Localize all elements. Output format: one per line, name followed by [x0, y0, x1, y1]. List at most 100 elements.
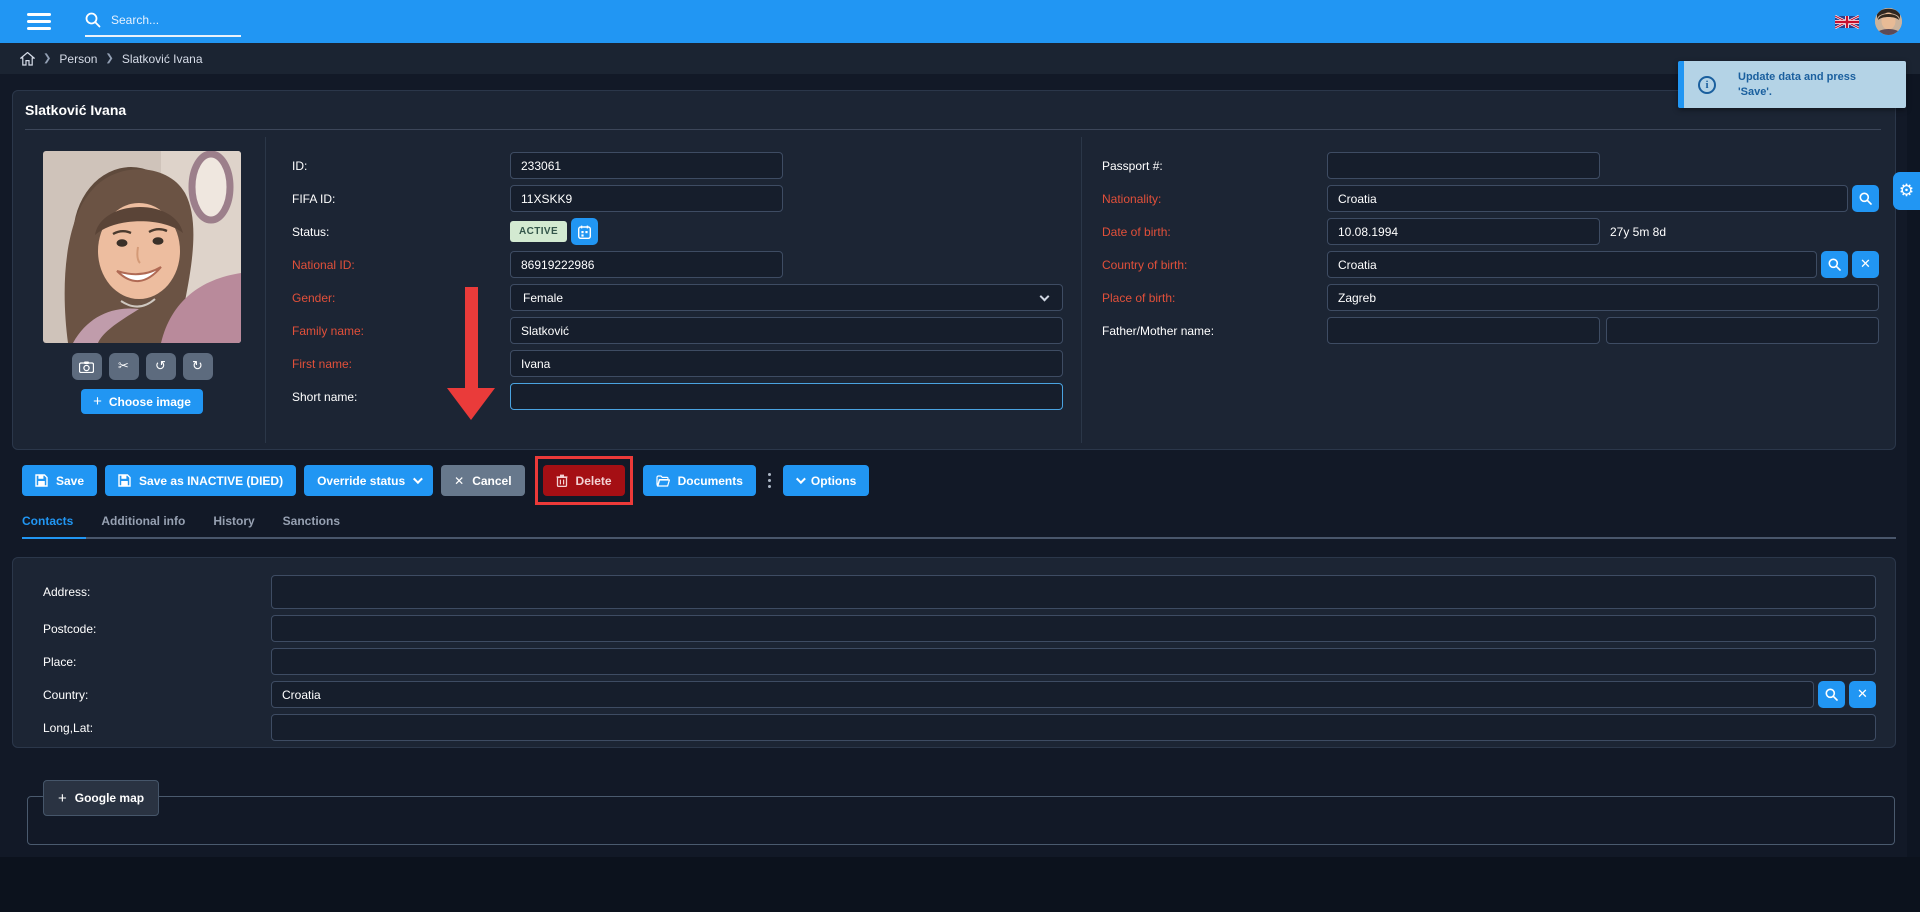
passport-label: Passport #: [1102, 159, 1327, 173]
chevron-down-icon [413, 474, 423, 484]
uk-flag-icon[interactable] [1835, 14, 1859, 30]
chevron-down-icon [796, 474, 806, 484]
country-of-birth-input[interactable] [1327, 251, 1817, 278]
tab-additional-info[interactable]: Additional info [101, 514, 185, 537]
trash-icon [556, 474, 568, 487]
search-icon [85, 12, 101, 28]
id-input[interactable] [510, 152, 783, 179]
save-button[interactable]: Save [22, 465, 97, 496]
country-of-birth-clear-button[interactable]: ✕ [1852, 251, 1879, 278]
delete-button[interactable]: Delete [543, 465, 625, 496]
country-clear-button[interactable]: ✕ [1849, 681, 1876, 708]
country-of-birth-label: Country of birth: [1102, 258, 1327, 272]
google-map-button[interactable]: + Google map [43, 780, 159, 816]
settings-gear-button[interactable]: ⚙ [1893, 172, 1920, 210]
first-name-input[interactable] [510, 350, 1063, 377]
cancel-button[interactable]: ✕ Cancel [441, 465, 524, 496]
postcode-label: Postcode: [43, 622, 271, 636]
national-id-input[interactable] [510, 251, 783, 278]
place-of-birth-input[interactable] [1327, 284, 1879, 311]
age-text: 27y 5m 8d [1610, 225, 1666, 239]
breadcrumb-current: Slatković Ivana [122, 52, 203, 66]
person-form-right: Passport #: Nationality: Date of birth: … [1082, 137, 1895, 443]
country-search-button[interactable] [1818, 681, 1845, 708]
nationality-input[interactable] [1327, 185, 1848, 212]
save-icon [118, 474, 131, 487]
address-input[interactable] [271, 575, 1876, 609]
choose-image-button[interactable]: + Choose image [81, 389, 203, 414]
family-name-input[interactable] [510, 317, 1063, 344]
breadcrumb: ❯ Person ❯ Slatković Ivana [0, 43, 1920, 74]
save-icon [35, 474, 48, 487]
google-map-container: + Google map [27, 796, 1895, 845]
tab-history[interactable]: History [213, 514, 254, 537]
options-button[interactable]: Options [783, 465, 869, 496]
plus-icon: + [58, 790, 67, 807]
person-detail-card: Slatković Ivana [12, 90, 1896, 450]
person-form-left: ID: FIFA ID: Status: ACTIVE National ID:… [266, 137, 1082, 443]
tab-contacts[interactable]: Contacts [22, 514, 73, 537]
national-id-label: National ID: [292, 258, 510, 272]
divider [25, 129, 1881, 130]
notification-toast: i Update data and press 'Save'. [1678, 61, 1906, 108]
father-name-input[interactable] [1327, 317, 1600, 344]
plus-icon: + [93, 393, 102, 410]
active-tab-indicator [22, 537, 86, 539]
mother-name-input[interactable] [1606, 317, 1879, 344]
save-inactive-button[interactable]: Save as INACTIVE (DIED) [105, 465, 296, 496]
gender-select[interactable]: Female [510, 284, 1063, 311]
place-of-birth-label: Place of birth: [1102, 291, 1327, 305]
fifa-id-label: FIFA ID: [292, 192, 510, 206]
toast-message: Update data and press 'Save'. [1738, 70, 1888, 99]
hamburger-menu-icon[interactable] [27, 13, 51, 30]
place-label: Place: [43, 655, 271, 669]
camera-button[interactable] [72, 353, 102, 380]
tab-sanctions[interactable]: Sanctions [283, 514, 340, 537]
info-icon: i [1698, 76, 1716, 94]
father-mother-label: Father/Mother name: [1102, 324, 1327, 338]
folder-open-icon [656, 475, 670, 487]
status-label: Status: [292, 225, 510, 239]
photo-panel: ✂ ↺ ↻ + Choose image [13, 137, 266, 443]
user-avatar[interactable] [1875, 8, 1902, 35]
detail-tabs: Contacts Additional info History Sanctio… [22, 514, 340, 537]
contacts-card: Address: Postcode: Place: Country: ✕ Lon… [12, 557, 1896, 748]
search-input[interactable] [109, 12, 229, 28]
annotation-arrow [465, 287, 478, 390]
rotate-left-button[interactable]: ↺ [146, 353, 176, 380]
action-bar: Save Save as INACTIVE (DIED) Override st… [22, 465, 869, 496]
delete-highlight-box: Delete [535, 456, 633, 505]
country-input[interactable] [271, 681, 1814, 708]
nationality-search-button[interactable] [1852, 185, 1879, 212]
short-name-input[interactable] [510, 383, 1063, 410]
date-of-birth-label: Date of birth: [1102, 225, 1327, 239]
country-of-birth-search-button[interactable] [1821, 251, 1848, 278]
global-search[interactable] [85, 7, 241, 37]
page-title: Slatković Ivana [25, 102, 126, 118]
postcode-input[interactable] [271, 615, 1876, 642]
nationality-label: Nationality: [1102, 192, 1327, 206]
place-input[interactable] [271, 648, 1876, 675]
passport-input[interactable] [1327, 152, 1600, 179]
breadcrumb-person[interactable]: Person [59, 52, 97, 66]
person-photo [43, 151, 241, 343]
long-lat-input[interactable] [271, 714, 1876, 741]
home-icon[interactable] [20, 52, 35, 66]
top-bar [0, 0, 1920, 43]
address-label: Address: [43, 585, 271, 599]
id-label: ID: [292, 159, 510, 173]
override-status-button[interactable]: Override status [304, 465, 433, 496]
annotation-arrow-head [447, 388, 495, 420]
status-badge: ACTIVE [510, 221, 567, 242]
rotate-right-button[interactable]: ↻ [183, 353, 213, 380]
documents-button[interactable]: Documents [643, 465, 756, 496]
breadcrumb-separator: ❯ [105, 53, 113, 64]
status-history-button[interactable] [571, 218, 598, 245]
date-of-birth-input[interactable] [1327, 218, 1600, 245]
close-icon: ✕ [454, 474, 464, 488]
tab-underline [22, 537, 1896, 539]
long-lat-label: Long,Lat: [43, 721, 271, 735]
more-actions-dots-icon[interactable] [768, 473, 771, 488]
fifa-id-input[interactable] [510, 185, 783, 212]
crop-scissors-button[interactable]: ✂ [109, 353, 139, 380]
